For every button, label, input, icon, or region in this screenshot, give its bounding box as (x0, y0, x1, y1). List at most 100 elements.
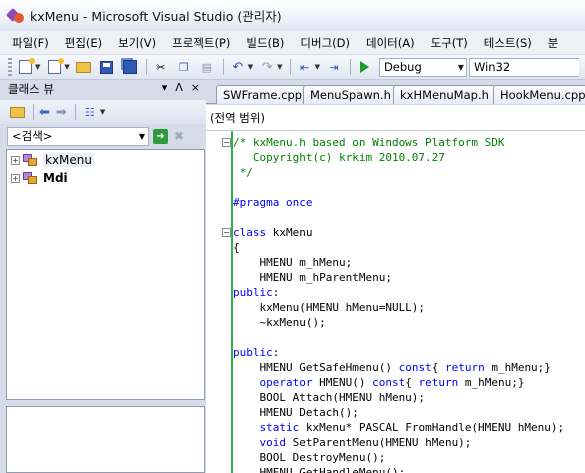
paste-button[interactable]: ▤ (198, 58, 216, 76)
code-token: ~kxMenu(); (233, 316, 326, 329)
menu-test[interactable]: 테스트(S) (484, 35, 532, 51)
open-file-button[interactable] (75, 58, 93, 76)
new-project-dropdown-icon[interactable]: ▼ (35, 63, 40, 71)
new-folder-button[interactable] (8, 103, 26, 121)
toolbar-separator (289, 59, 291, 75)
code-token: HMENU m_hParentMenu; (233, 271, 392, 284)
code-token: { (431, 361, 445, 374)
menu-more[interactable]: 분 (548, 35, 559, 51)
class-search-input[interactable]: <검색> ▼ (7, 126, 149, 146)
menu-edit[interactable]: 편집(E) (65, 35, 102, 51)
new-project-icon (18, 58, 35, 74)
menu-tools[interactable]: 도구(T) (431, 35, 468, 51)
expand-icon[interactable]: + (11, 173, 20, 183)
solution-platform-select[interactable]: Win32 (468, 57, 579, 77)
toolbar-grip[interactable] (8, 58, 12, 76)
menu-build[interactable]: 빌드(B) (246, 35, 284, 51)
add-item-dropdown-icon[interactable]: ▼ (64, 63, 69, 71)
tab-hookmenu-cpp[interactable]: HookMenu.cpp (493, 85, 585, 104)
code-token: static (259, 421, 300, 434)
undo-dropdown-icon[interactable]: ▼ (248, 63, 253, 71)
undo-button[interactable]: ↶ (229, 58, 247, 76)
navigate-forward-button[interactable]: ⇥ (325, 58, 343, 76)
code-line: HMENU GetSafeHmenu() const{ return m_hMe… (233, 360, 551, 375)
start-debugging-button[interactable] (356, 58, 374, 76)
tree-item[interactable]: + kxMenu (11, 152, 94, 168)
tree-item[interactable]: + Mdi (11, 170, 68, 186)
search-go-button[interactable]: ➜ (153, 128, 168, 144)
code-token: BOOL Attach(HMENU hMenu); (233, 391, 426, 404)
menu-debug[interactable]: 디버그(D) (300, 35, 350, 51)
new-project-button[interactable] (16, 58, 35, 76)
save-button[interactable] (98, 58, 116, 76)
code-token: SetParentMenu(HMENU hMenu); (286, 436, 472, 449)
add-item-button[interactable] (45, 58, 64, 76)
class-view-toolbar: ⬅ ➡ ☷ ▼ (0, 100, 206, 124)
toolbar-separator (222, 59, 224, 75)
solution-configuration-select[interactable]: Debug ▼ (378, 57, 467, 77)
collapse-region-icon[interactable]: − (222, 138, 231, 147)
window-position-icon[interactable]: ▾ (162, 81, 168, 94)
menu-project[interactable]: 프로젝트(P) (172, 35, 230, 51)
tab-swframe-cpp[interactable]: SWFrame.cpp (216, 85, 310, 104)
forward-arrow-icon[interactable]: ➡ (56, 105, 67, 120)
clear-search-icon[interactable]: ✖ (174, 129, 184, 143)
chevron-down-icon: ▼ (457, 62, 464, 72)
code-line: public: (233, 285, 279, 300)
code-editor[interactable]: /* kxMenu.h based on Windows Platform SD… (206, 131, 585, 473)
class-tree: + kxMenu + Mdi (6, 149, 205, 400)
code-line: public: (233, 345, 279, 360)
code-line: { (233, 240, 240, 255)
tab-kxhmenumap-h[interactable]: kxHMenuMap.h (393, 85, 496, 104)
redo-dropdown-icon[interactable]: ▼ (277, 63, 282, 71)
window-title: kxMenu - Microsoft Visual Studio (관리자) (30, 9, 282, 24)
code-line: kxMenu(HMENU hMenu=NULL); (233, 300, 425, 315)
code-token: return (444, 361, 485, 374)
menu-bar: 파일(F) 편집(E) 보기(V) 프로젝트(P) 빌드(B) 디버그(D) 데… (0, 31, 585, 55)
code-token: { (233, 241, 240, 254)
menu-file[interactable]: 파일(F) (12, 35, 49, 51)
code-token: m_hMenu;} (484, 361, 551, 374)
code-line: operator HMENU() const{ return m_hMenu;} (233, 375, 525, 390)
code-token: m_hMenu;} (458, 376, 525, 389)
class-view-header: 클래스 뷰 ▾ ᐱ × (0, 80, 206, 98)
tree-item-label: kxMenu (43, 153, 94, 167)
code-token: /* kxMenu.h based on Windows Platform SD… (233, 136, 505, 149)
class-search-row: <검색> ▼ ➜ ✖ (7, 126, 203, 146)
undo-icon: ↶ (232, 59, 244, 75)
navigate-backward-button[interactable]: ⇤ (296, 58, 314, 76)
close-icon[interactable]: × (191, 81, 200, 94)
scope-combo[interactable]: (전역 범위) (210, 110, 265, 126)
cut-button[interactable]: ✂ (152, 58, 170, 76)
menu-data[interactable]: 데이터(A) (366, 35, 415, 51)
settings-dropdown-icon[interactable]: ▼ (100, 108, 105, 116)
code-token: HMENU() (312, 376, 373, 389)
code-token: : (272, 286, 280, 299)
menu-view[interactable]: 보기(V) (118, 35, 156, 51)
code-token: const (398, 361, 432, 374)
toolbar-separator (349, 59, 351, 75)
code-token: { (405, 376, 419, 389)
tab-menuspawn-h[interactable]: MenuSpawn.h (303, 85, 398, 104)
save-all-button[interactable] (121, 58, 139, 76)
code-token: HMENU m_hMenu; (233, 256, 353, 269)
open-folder-icon (76, 61, 92, 73)
code-token: */ (233, 166, 253, 179)
code-line: HMENU m_hParentMenu; (233, 270, 392, 285)
navigate-backward-dropdown-icon[interactable]: ▼ (315, 63, 320, 71)
toolbar-separator (145, 59, 147, 75)
back-arrow-icon[interactable]: ⬅ (39, 105, 50, 120)
code-token: return (418, 376, 459, 389)
auto-hide-pin-icon[interactable]: ᐱ (175, 81, 183, 94)
project-class-icon (23, 171, 38, 185)
code-token: void (259, 436, 287, 449)
chevron-down-icon: ▼ (138, 131, 145, 141)
solution-configuration-value: Debug (383, 60, 422, 74)
navigation-bar: (전역 범위) (206, 105, 585, 131)
copy-button[interactable]: ❐ (175, 58, 193, 76)
collapse-region-icon[interactable]: − (222, 228, 231, 237)
redo-button[interactable]: ↷ (258, 58, 276, 76)
class-view-settings-button[interactable]: ☷ (81, 103, 99, 121)
code-line: HMENU m_hMenu; (233, 255, 352, 270)
expand-icon[interactable]: + (11, 155, 20, 165)
